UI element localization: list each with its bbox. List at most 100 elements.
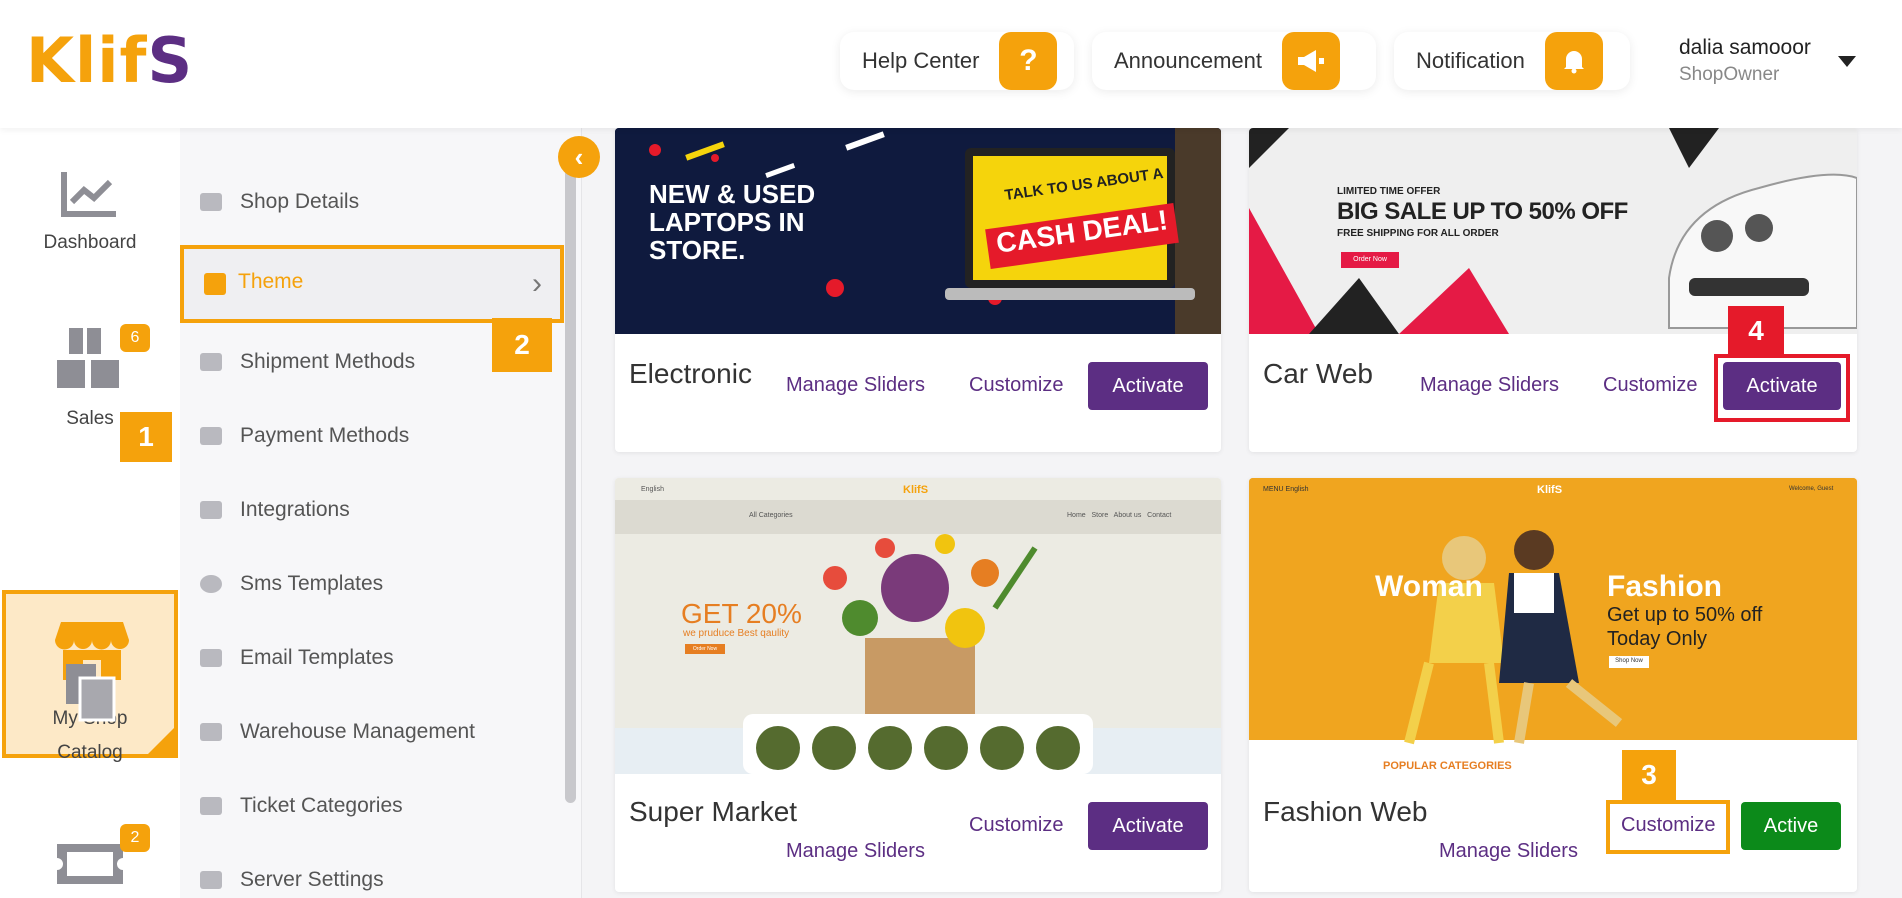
rail-item-tickets[interactable] — [0, 838, 180, 890]
fashion-shop-button: Shop Now — [1615, 658, 1643, 664]
money-icon — [200, 427, 222, 445]
electronic-theme-preview: NEW & USED LAPTOPS IN STORE. TALK TO US … — [615, 128, 1221, 334]
sales-count-badge: 6 — [120, 324, 150, 352]
submenu-email-templates[interactable]: Email Templates — [200, 646, 394, 670]
submenu-label: Shop Details — [240, 190, 360, 213]
step-marker-1: 1 — [120, 412, 172, 462]
collapse-sidebar-button[interactable]: ‹ — [558, 136, 600, 178]
help-center-button[interactable]: Help Center ? — [840, 32, 1074, 90]
customize-link[interactable]: Customize — [969, 814, 1063, 837]
submenu-payment-methods[interactable]: Payment Methods — [200, 424, 409, 448]
theme-title: Super Market — [629, 796, 798, 827]
rail-item-dashboard[interactable]: Dashboard — [0, 168, 180, 254]
theme-card-super-market: English KlifS All Categories Home Store … — [615, 478, 1221, 892]
my-shop-submenu: Shop Details Theme › Shipment Methods Pa… — [180, 128, 582, 898]
ticket-icon — [200, 797, 222, 815]
step-marker-3: 3 — [1622, 750, 1676, 800]
user-name[interactable]: dalia samooor — [1679, 36, 1811, 60]
fashion-popular-categories: POPULAR CATEGORIES — [1383, 760, 1512, 772]
plug-icon — [200, 501, 222, 519]
customize-link[interactable]: Customize — [1603, 374, 1697, 397]
submenu-label: Warehouse Management — [240, 720, 476, 743]
submenu-server-settings[interactable]: Server Settings — [200, 868, 384, 892]
car-web-theme-preview: LIMITED TIME OFFER BIG SALE UP TO 50% OF… — [1249, 128, 1857, 334]
announcement-button[interactable]: Announcement — [1092, 32, 1376, 90]
activate-button[interactable]: Activate — [1088, 362, 1208, 410]
rail-catalog-label: Catalog — [57, 742, 123, 763]
market-categories-menu: All Categories — [749, 512, 793, 519]
activate-highlight-box — [1714, 354, 1850, 422]
fashion-welcome: Welcome, Guest — [1789, 486, 1834, 492]
submenu-theme-label: Theme — [238, 270, 304, 293]
submenu-label: Integrations — [240, 498, 350, 521]
customize-highlight-box — [1606, 800, 1730, 854]
notification-button[interactable]: Notification — [1394, 32, 1630, 90]
bell-icon — [1544, 32, 1603, 90]
market-nav-links: Home Store About us Contact — [1067, 512, 1172, 519]
klifs-logo[interactable]: KlifS — [26, 30, 193, 92]
server-icon — [200, 871, 222, 889]
market-lang-selector: English — [641, 486, 664, 493]
main-nav-rail: Dashboard Sales 6 My Shop Catalog 2 — [0, 128, 180, 898]
submenu-ticket-categories[interactable]: Ticket Categories — [200, 794, 403, 818]
submenu-theme[interactable]: Theme › — [180, 245, 564, 323]
market-subheadline: we pruduce Best qaulity — [683, 628, 790, 639]
submenu-warehouse-management[interactable]: Warehouse Management — [200, 720, 475, 744]
chevron-down-icon[interactable] — [1838, 56, 1856, 67]
submenu-sms-templates[interactable]: Sms Templates — [200, 572, 383, 596]
submenu-label: Shipment Methods — [240, 350, 416, 373]
envelope-icon — [200, 649, 222, 667]
help-center-label: Help Center — [862, 48, 980, 73]
electronic-banner-line3: STORE. — [649, 235, 746, 265]
submenu-label: Sms Templates — [240, 572, 384, 595]
rail-item-catalog[interactable]: Catalog — [0, 662, 180, 764]
submenu-shop-details[interactable]: Shop Details — [200, 190, 359, 214]
super-market-theme-preview: English KlifS All Categories Home Store … — [615, 478, 1221, 774]
submenu-shipment-methods[interactable]: Shipment Methods — [200, 350, 415, 374]
submenu-label: Server Settings — [240, 868, 384, 891]
announcement-label: Announcement — [1114, 48, 1262, 73]
fashion-web-theme-preview: MENU English KlifS Welcome, Guest Woman … — [1249, 478, 1857, 774]
chevron-right-icon: › — [532, 267, 542, 300]
manage-sliders-link[interactable]: Manage Sliders — [786, 374, 925, 397]
submenu-label: Ticket Categories — [240, 794, 403, 817]
question-icon: ? — [999, 32, 1058, 90]
documents-icon — [66, 664, 116, 722]
active-status-button[interactable]: Active — [1741, 802, 1841, 850]
theme-title: Car Web — [1263, 358, 1373, 389]
market-mini-logo: KlifS — [903, 484, 929, 496]
paint-icon — [204, 273, 226, 295]
activate-button[interactable]: Activate — [1088, 802, 1208, 850]
manage-sliders-link[interactable]: Manage Sliders — [786, 840, 925, 863]
manage-sliders-link[interactable]: Manage Sliders — [1439, 840, 1578, 863]
car-banner-small2: FREE SHIPPING FOR ALL ORDER — [1337, 228, 1499, 239]
step-marker-4: 4 — [1728, 306, 1784, 356]
submenu-scrollbar[interactable] — [565, 155, 576, 803]
fashion-offer-line1: Get up to 50% off — [1607, 604, 1763, 626]
sms-icon — [200, 575, 222, 593]
submenu-label: Email Templates — [240, 646, 394, 669]
car-banner-order-button: Order Now — [1341, 252, 1399, 268]
warehouse-icon — [200, 723, 222, 741]
tickets-count-badge: 2 — [120, 824, 150, 852]
electronic-banner-line2: LAPTOPS IN — [649, 207, 805, 237]
top-header: KlifS Help Center ? Announcement Notific… — [0, 0, 1902, 128]
manage-sliders-link[interactable]: Manage Sliders — [1420, 374, 1559, 397]
fashion-menu: MENU English — [1263, 486, 1309, 493]
rail-dashboard-label: Dashboard — [43, 232, 137, 253]
fashion-woman-text: Woman — [1375, 570, 1483, 603]
store-icon — [200, 193, 222, 211]
truck-icon — [200, 353, 222, 371]
car-banner-small1: LIMITED TIME OFFER — [1337, 186, 1441, 197]
car-banner-headline: BIG SALE UP TO 50% OFF — [1337, 198, 1628, 225]
market-headline: GET 20% — [681, 598, 802, 629]
submenu-integrations[interactable]: Integrations — [200, 498, 350, 522]
theme-card-fashion-web: MENU English KlifS Welcome, Guest Woman … — [1249, 478, 1857, 892]
boxes-icon — [57, 328, 119, 388]
user-role: ShopOwner — [1679, 64, 1780, 85]
notification-label: Notification — [1416, 48, 1525, 73]
chart-line-icon — [61, 172, 116, 217]
submenu-label: Payment Methods — [240, 424, 410, 447]
customize-link[interactable]: Customize — [969, 374, 1063, 397]
megaphone-icon — [1282, 32, 1340, 90]
